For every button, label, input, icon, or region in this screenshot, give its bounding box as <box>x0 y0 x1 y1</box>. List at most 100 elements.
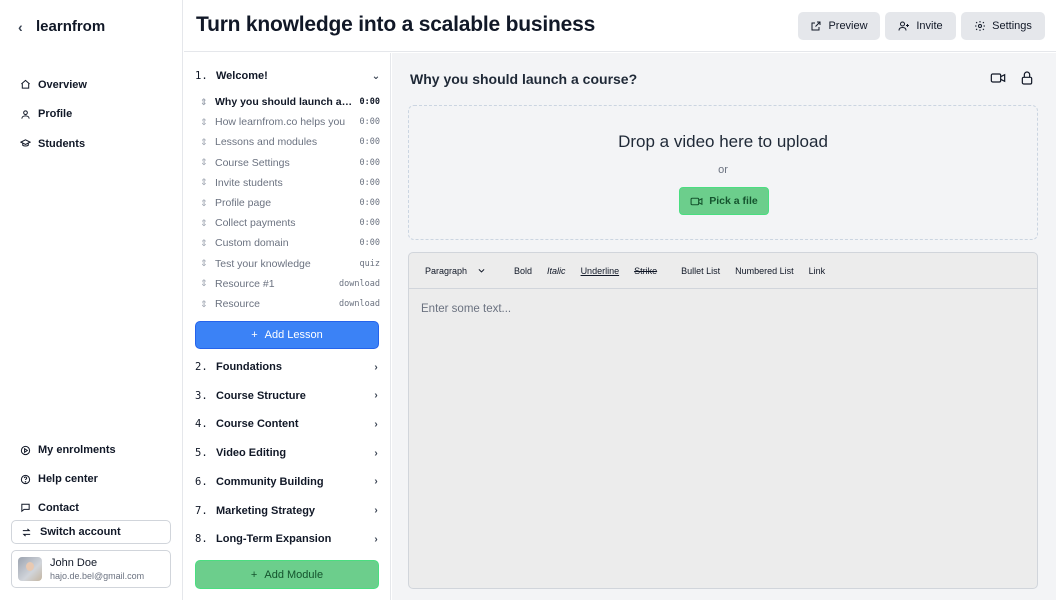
settings-button[interactable]: Settings <box>961 12 1045 40</box>
nav-item-profile[interactable]: Profile <box>20 100 87 130</box>
video-dropzone[interactable]: Drop a video here to upload or Pick a fi… <box>408 105 1038 240</box>
lesson-row[interactable]: ⇕ Course Settings 0:00 <box>200 153 380 173</box>
invite-button[interactable]: Invite <box>885 12 956 40</box>
lesson-row[interactable]: ⇕ Test your knowledge quiz <box>200 254 380 274</box>
module-number: 5. <box>195 447 208 460</box>
play-circle-icon <box>20 445 31 456</box>
plus-icon: + <box>250 568 258 581</box>
video-camera-icon[interactable] <box>990 70 1006 86</box>
bold-button[interactable]: Bold <box>514 266 532 276</box>
chevron-right-icon[interactable]: › <box>371 362 381 373</box>
drag-handle-icon[interactable]: ⇕ <box>200 279 215 288</box>
add-module-label: Add Module <box>264 568 324 581</box>
nav-item-help-center[interactable]: Help center <box>20 465 116 494</box>
paragraph-style-select[interactable]: Paragraph <box>425 266 486 276</box>
drag-handle-icon[interactable]: ⇕ <box>200 117 215 127</box>
lesson-title: Course Settings <box>215 156 290 169</box>
lesson-title: Resource <box>215 298 260 310</box>
chevron-right-icon[interactable]: › <box>371 505 381 516</box>
external-edit-icon <box>811 21 821 31</box>
lesson-row[interactable]: ⇕ Invite students 0:00 <box>200 173 380 193</box>
chevron-right-icon[interactable]: › <box>371 476 381 487</box>
switch-account-label: Switch account <box>40 526 121 538</box>
drag-handle-icon[interactable]: ⇕ <box>200 137 215 147</box>
lesson-row[interactable]: ⇕ Resource download <box>200 294 380 314</box>
lock-icon[interactable] <box>1019 70 1035 86</box>
numbered-list-button[interactable]: Numbered List <box>735 266 794 276</box>
module-row[interactable]: 7. Marketing Strategy › <box>195 501 381 521</box>
italic-button[interactable]: Italic <box>547 266 566 276</box>
chevron-right-icon[interactable]: › <box>371 534 381 545</box>
lesson-title: Collect payments <box>215 217 296 230</box>
add-lesson-button[interactable]: + Add Lesson <box>195 321 379 349</box>
lesson-row[interactable]: ⇕ Resource #1 download <box>200 274 380 294</box>
lesson-meta: 0:00 <box>359 137 380 148</box>
pick-file-button[interactable]: Pick a file <box>679 187 769 215</box>
module-row[interactable]: 6. Community Building › <box>195 472 381 492</box>
editor-toolbar: Paragraph Bold Italic Underline Strike B… <box>409 253 1037 289</box>
drag-handle-icon[interactable]: ⇕ <box>200 238 215 248</box>
paragraph-style-value: Paragraph <box>425 265 468 276</box>
module-row[interactable]: 1. Welcome! ⌄ <box>195 66 381 86</box>
lesson-editor-pane: Why you should launch a course? Drop a v… <box>392 53 1056 600</box>
editor-text-area[interactable]: Enter some text... <box>421 303 511 315</box>
nav-item-my-enrolments[interactable]: My enrolments <box>20 436 116 465</box>
switch-account-button[interactable]: Switch account <box>11 520 171 544</box>
module-row[interactable]: 8. Long-Term Expansion › <box>195 529 381 549</box>
add-module-button[interactable]: + Add Module <box>195 560 379 589</box>
chevron-right-icon[interactable]: › <box>371 419 381 430</box>
nav-item-label: My enrolments <box>38 444 116 457</box>
module-title: Video Editing <box>216 447 287 460</box>
underline-button[interactable]: Underline <box>581 266 620 276</box>
module-title: Foundations <box>216 361 282 373</box>
module-number: 1. <box>195 70 208 82</box>
drag-handle-icon[interactable]: ⇕ <box>200 218 215 228</box>
preview-button[interactable]: Preview <box>798 12 880 40</box>
chevron-right-icon[interactable]: › <box>371 390 381 401</box>
nav-item-label: Help center <box>38 473 98 486</box>
chevron-right-icon[interactable]: › <box>371 448 381 459</box>
module-row[interactable]: 3. Course Structure › <box>195 386 381 406</box>
module-number: 7. <box>195 504 208 517</box>
link-button[interactable]: Link <box>809 266 826 276</box>
lesson-row[interactable]: ⇕ Lessons and modules 0:00 <box>200 132 380 152</box>
lesson-row[interactable]: ⇕ Custom domain 0:00 <box>200 233 380 253</box>
lesson-row[interactable]: ⇕Why you should launch a course?0:00 <box>200 92 380 112</box>
video-camera-icon <box>690 197 703 205</box>
lesson-meta: 0:00 <box>359 198 380 208</box>
header: Turn knowledge into a scalable business … <box>184 0 1056 52</box>
module-row[interactable]: 2. Foundations › <box>195 357 381 377</box>
lesson-title: Resource #1 <box>215 277 275 290</box>
module-number: 4. <box>195 418 208 431</box>
brand[interactable]: ‹ learnfrom <box>18 18 105 35</box>
nav-item-contact[interactable]: Contact <box>20 494 116 523</box>
lesson-meta: 0:00 <box>359 157 380 168</box>
drag-handle-icon[interactable]: ⇕ <box>200 299 215 309</box>
switch-arrows-icon <box>22 527 31 537</box>
nav-item-label: Students <box>38 137 86 150</box>
drag-handle-icon[interactable]: ⇕ <box>200 198 215 208</box>
user-card[interactable]: John Doe hajo.de.bel@gmail.com <box>11 550 171 588</box>
module-title: Long-Term Expansion <box>216 533 332 546</box>
drag-handle-icon[interactable]: ⇕ <box>200 259 215 268</box>
chevron-down-icon[interactable]: ⌄ <box>371 71 381 82</box>
chevron-down-icon <box>478 269 485 273</box>
lesson-meta: quiz <box>359 258 380 269</box>
bullet-list-button[interactable]: Bullet List <box>681 266 720 276</box>
nav-item-label: Profile <box>38 108 73 121</box>
lesson-row[interactable]: ⇕ Profile page 0:00 <box>200 193 380 213</box>
nav-item-overview[interactable]: Overview <box>20 70 87 100</box>
drag-handle-icon[interactable]: ⇕ <box>200 97 215 107</box>
chevron-left-icon[interactable]: ‹ <box>18 19 28 35</box>
nav-item-students[interactable]: Students <box>20 129 87 159</box>
module-title: Course Content <box>216 418 299 431</box>
drag-handle-icon[interactable]: ⇕ <box>200 178 215 187</box>
module-row[interactable]: 5. Video Editing › <box>195 443 381 463</box>
strike-button[interactable]: Strike <box>634 266 657 276</box>
lesson-row[interactable]: ⇕ How learnfrom.co helps you 0:00 <box>200 112 380 132</box>
settings-label: Settings <box>992 20 1032 32</box>
module-row[interactable]: 4. Course Content › <box>195 414 381 434</box>
lesson-row[interactable]: ⇕ Collect payments 0:00 <box>200 213 380 233</box>
preview-label: Preview <box>828 20 868 32</box>
drag-handle-icon[interactable]: ⇕ <box>200 158 215 167</box>
